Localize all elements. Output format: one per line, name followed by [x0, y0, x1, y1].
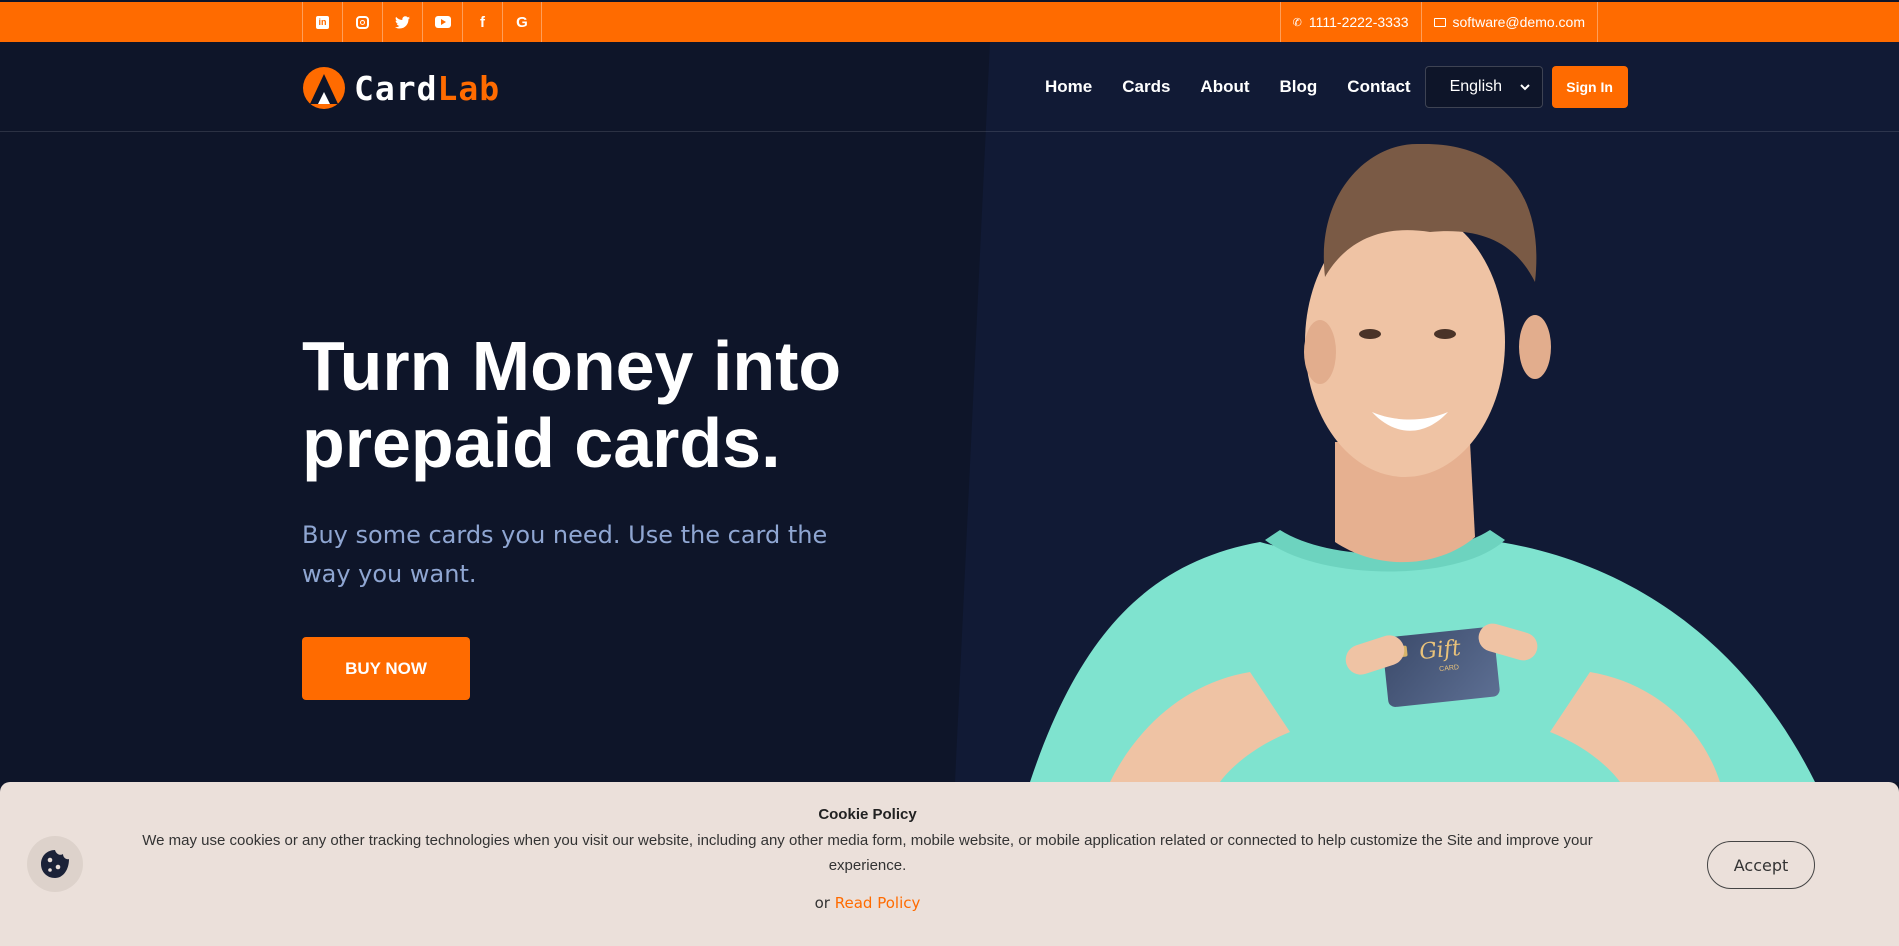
nav-cards[interactable]: Cards	[1122, 77, 1170, 97]
hero-title: Turn Money into prepaid cards.	[302, 328, 841, 482]
phone-number: 1111-2222-3333	[1308, 14, 1409, 30]
cookie-policy-line: or Read Policy	[0, 894, 1735, 912]
nav-contact[interactable]: Contact	[1347, 77, 1410, 97]
google-glyph: G	[516, 13, 528, 31]
logo[interactable]: CardLab	[302, 66, 500, 110]
cookie-title: Cookie Policy	[818, 806, 917, 823]
youtube-icon[interactable]	[422, 2, 462, 42]
language-select[interactable]: English	[1424, 66, 1543, 108]
phone-icon: ✆	[1292, 16, 1302, 29]
mail-icon	[1433, 17, 1446, 27]
linkedin-icon[interactable]: in	[302, 2, 342, 42]
logo-text-lab: Lab	[437, 68, 501, 108]
gift-card-label: Gift	[1418, 635, 1463, 666]
logo-text-card: Card	[354, 68, 438, 108]
linkedin-glyph: in	[316, 15, 329, 29]
nav-about[interactable]: About	[1200, 77, 1249, 97]
cookie-glyph	[41, 850, 69, 878]
instagram-glyph	[356, 15, 369, 29]
hero-title-line1: Turn Money into	[302, 327, 842, 405]
sign-in-button[interactable]: Sign In	[1551, 66, 1628, 108]
hero-illustration	[955, 42, 1899, 782]
email-address: software@demo.com	[1452, 14, 1585, 30]
facebook-glyph: f	[480, 13, 485, 31]
google-icon[interactable]: G	[502, 2, 542, 42]
twitter-glyph	[395, 15, 410, 28]
social-links: in f G	[302, 2, 542, 42]
cookie-banner: Cookie Policy We may use cookies or any …	[0, 782, 1899, 946]
hero-background	[0, 42, 1899, 782]
read-policy-link[interactable]: Read Policy	[835, 894, 921, 912]
language-value: English	[1449, 78, 1503, 95]
top-bar: in f G ✆ 1111-2222-3333 software@demo.co…	[0, 0, 1899, 42]
cookie-or: or	[814, 894, 830, 912]
youtube-glyph	[434, 16, 451, 28]
cookie-text: We may use cookies or any other tracking…	[142, 832, 1593, 874]
contact-info: ✆ 1111-2222-3333 software@demo.com	[1279, 2, 1598, 42]
logo-icon	[303, 67, 345, 109]
twitter-icon[interactable]	[382, 2, 422, 42]
hero-title-line2: prepaid cards.	[302, 404, 781, 482]
chevron-down-icon	[1519, 83, 1530, 90]
email-contact[interactable]: software@demo.com	[1420, 2, 1598, 42]
nav-blog[interactable]: Blog	[1280, 77, 1318, 97]
instagram-icon[interactable]	[342, 2, 382, 42]
accept-button[interactable]: Accept	[1707, 841, 1815, 889]
buy-now-button[interactable]: BUY NOW	[302, 637, 470, 700]
header: CardLab Home Cards About Blog Contact En…	[0, 42, 1899, 132]
phone-contact[interactable]: ✆ 1111-2222-3333	[1279, 2, 1421, 42]
facebook-icon[interactable]: f	[462, 2, 502, 42]
cookie-icon	[27, 836, 83, 892]
gift-card-sub: CARD	[1438, 664, 1460, 674]
hero-subtitle: Buy some cards you need. Use the card th…	[302, 521, 828, 588]
nav-home[interactable]: Home	[1045, 77, 1092, 97]
main-nav: Home Cards About Blog Contact English Si…	[1045, 66, 1628, 108]
